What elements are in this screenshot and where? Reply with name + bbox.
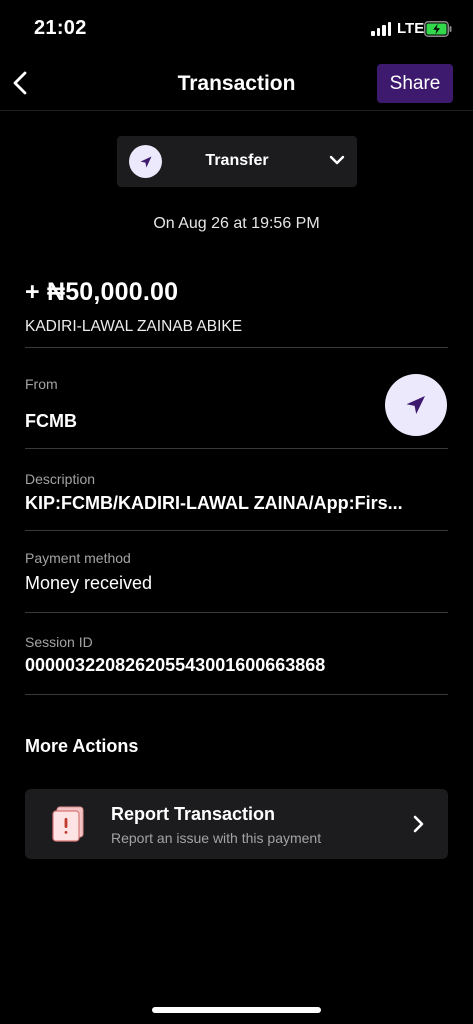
home-indicator[interactable] (152, 1007, 321, 1013)
from-label: From (25, 376, 58, 392)
divider (25, 347, 448, 348)
report-title: Report Transaction (111, 804, 276, 824)
divider (25, 448, 448, 449)
divider (25, 612, 448, 613)
bank-logo (385, 374, 447, 436)
payer-name: KADIRI-LAWAL ZAINAB ABIKE (25, 318, 243, 335)
session-id-value: 000003220826205543001600663868 (25, 655, 326, 675)
report-document-icon (52, 806, 84, 842)
network-type: LTE (397, 20, 425, 37)
divider (25, 530, 448, 531)
chevron-right-icon (413, 815, 424, 833)
transaction-type-select[interactable]: Transfer (117, 136, 357, 187)
description-label: Description (25, 471, 96, 487)
nav-bar: Transaction Share (0, 58, 473, 111)
signal-icon (371, 22, 393, 36)
transaction-type-label: Transfer (205, 152, 269, 169)
status-bar: 21:02 LTE (0, 0, 473, 58)
from-value: FCMB (25, 411, 77, 431)
payment-method-label: Payment method (25, 550, 131, 566)
chevron-down-icon (329, 155, 345, 165)
battery-charging-icon (424, 21, 452, 37)
transaction-amount: + ₦50,000.00 (25, 278, 179, 306)
send-arrow-icon (406, 396, 425, 414)
description-value: KIP:FCMB/KADIRI-LAWAL ZAINA/App:Firs... (25, 493, 403, 513)
transaction-date: On Aug 26 at 19:56 PM (153, 215, 320, 232)
more-actions-heading: More Actions (25, 736, 139, 756)
report-subtitle: Report an issue with this payment (111, 830, 322, 846)
status-time: 21:02 (34, 17, 87, 39)
report-transaction-button[interactable]: Report Transaction Report an issue with … (25, 789, 448, 859)
share-button[interactable]: Share (377, 64, 453, 103)
divider (25, 694, 448, 695)
session-id-label: Session ID (25, 634, 93, 650)
payment-method-value: Money received (25, 573, 153, 593)
